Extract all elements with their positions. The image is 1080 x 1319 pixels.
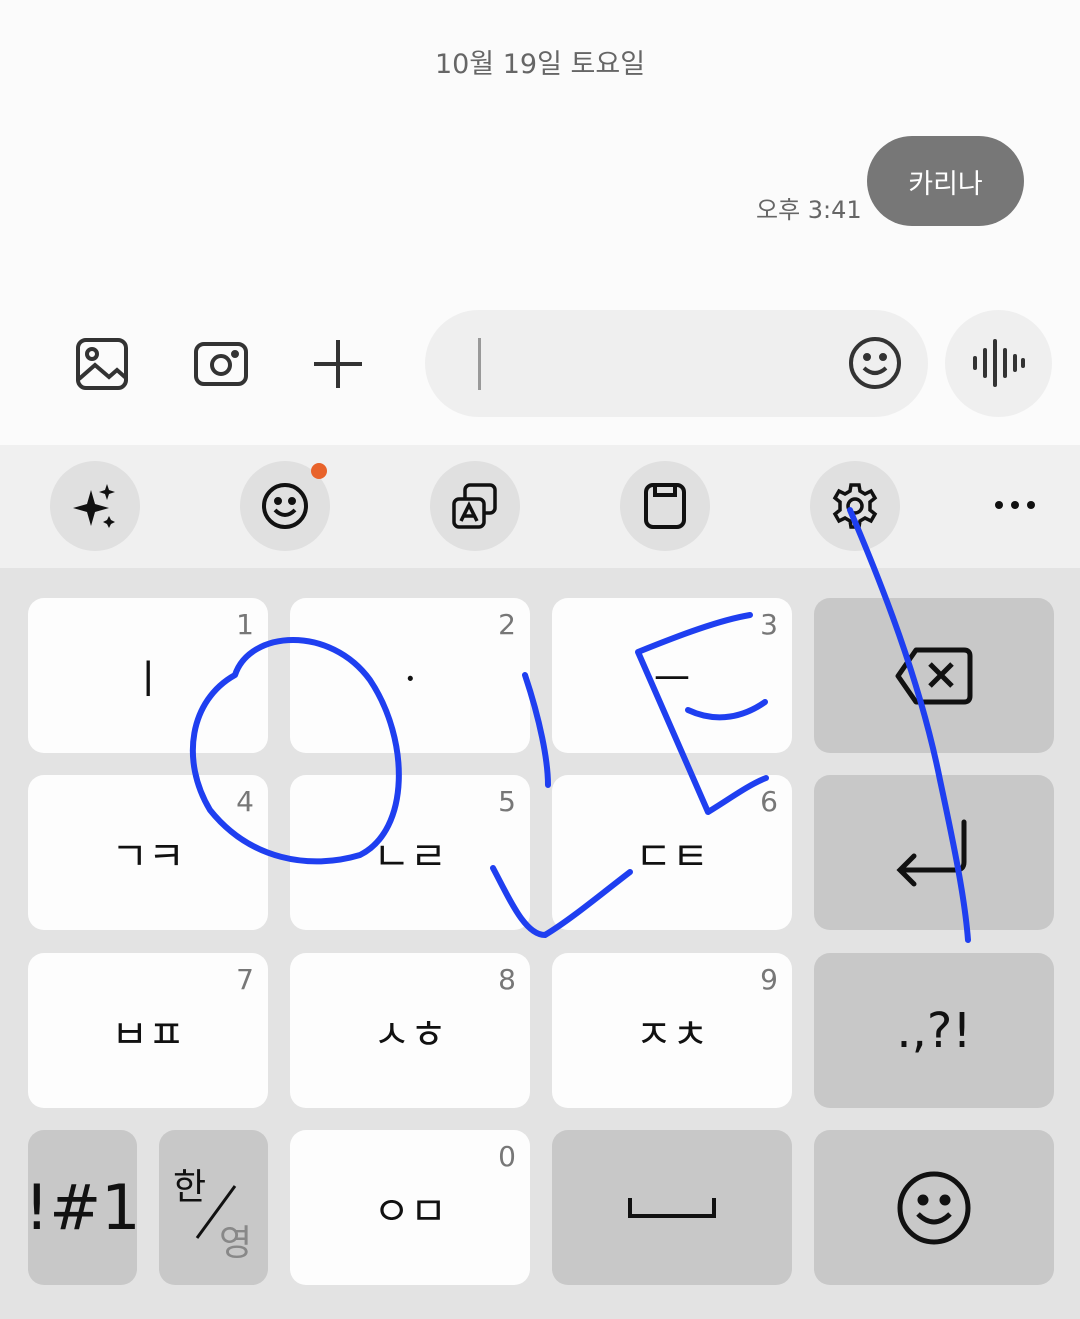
- key-number: 0: [498, 1140, 516, 1173]
- notification-dot: [311, 463, 327, 479]
- key-number: 3: [760, 608, 778, 641]
- key-number: 8: [498, 963, 516, 996]
- space-key[interactable]: [552, 1130, 792, 1285]
- key-5[interactable]: ㄴㄹ 5: [290, 775, 530, 930]
- settings-icon: [832, 483, 878, 529]
- key-number: 4: [236, 785, 254, 818]
- gallery-icon: [76, 338, 128, 390]
- settings-button[interactable]: [810, 461, 900, 551]
- key-label: ㅂㅍ: [111, 1011, 185, 1058]
- key-label: ㄷㅌ: [635, 833, 709, 880]
- gallery-button[interactable]: [70, 332, 134, 396]
- emoji-icon: [849, 337, 901, 389]
- camera-button[interactable]: [189, 332, 253, 396]
- key-label: ㅣ: [129, 656, 167, 703]
- lang-secondary: 영: [219, 1223, 253, 1264]
- key-number: 7: [236, 963, 254, 996]
- emoji-icon: [262, 483, 308, 529]
- key-number: 6: [760, 785, 778, 818]
- translate-icon: [452, 483, 497, 529]
- message-time: 오후 3:41: [756, 196, 862, 224]
- key-number: 1: [236, 608, 254, 641]
- key-6[interactable]: ㄷㅌ 6: [552, 775, 792, 930]
- emoji-panel-button[interactable]: [240, 461, 330, 551]
- translate-button[interactable]: [430, 461, 520, 551]
- key-7[interactable]: ㅂㅍ 7: [28, 953, 268, 1108]
- camera-icon: [194, 342, 248, 386]
- key-label: ㄴㄹ: [373, 833, 447, 880]
- key-4[interactable]: ㄱㅋ 4: [28, 775, 268, 930]
- plus-icon: [314, 340, 362, 388]
- key-1[interactable]: ㅣ1: [28, 598, 268, 753]
- key-label: ㅡ: [653, 656, 691, 703]
- key-0[interactable]: ㅇㅁ 0: [290, 1130, 530, 1285]
- key-3[interactable]: ㅡ3: [552, 598, 792, 753]
- keyboard-toolbar: [0, 445, 1080, 568]
- more-icon: [995, 501, 1035, 509]
- ai-sparkle-icon: [73, 484, 115, 528]
- emoji-key[interactable]: [814, 1130, 1054, 1285]
- voice-button[interactable]: [945, 310, 1052, 417]
- message-input[interactable]: [425, 310, 928, 417]
- clipboard-icon: [644, 483, 686, 529]
- emoji-button[interactable]: [843, 331, 907, 395]
- enter-icon: [896, 819, 967, 886]
- ai-button[interactable]: [50, 461, 140, 551]
- backspace-icon: [895, 647, 973, 704]
- voice-icon: [973, 339, 1025, 387]
- symbols-key[interactable]: !#1: [24, 1130, 141, 1285]
- date-divider: 10월 19일 토요일: [434, 49, 646, 80]
- key-label: ㄱㅋ: [111, 833, 185, 880]
- key-9[interactable]: ㅈㅊ 9: [552, 953, 792, 1108]
- enter-key[interactable]: [814, 775, 1054, 930]
- key-label: ㆍ: [391, 656, 429, 703]
- more-button[interactable]: [990, 485, 1040, 525]
- clipboard-button[interactable]: [620, 461, 710, 551]
- key-2[interactable]: ㆍ2: [290, 598, 530, 753]
- key-number: 2: [498, 608, 516, 641]
- message-bubble[interactable]: 카리나: [867, 136, 1024, 226]
- key-number: 9: [760, 963, 778, 996]
- key-number: 5: [498, 785, 516, 818]
- language-toggle-key[interactable]: 한 영: [159, 1130, 268, 1285]
- key-label: ㅈㅊ: [635, 1011, 709, 1058]
- key-label: ㅇㅁ: [373, 1188, 447, 1235]
- key-8[interactable]: ㅅㅎ 8: [290, 953, 530, 1108]
- punctuation-key[interactable]: .,?!: [814, 953, 1054, 1108]
- space-icon: [628, 1197, 716, 1218]
- backspace-key[interactable]: [814, 598, 1054, 753]
- emoji-icon: [897, 1171, 971, 1244]
- add-button[interactable]: [306, 332, 370, 396]
- text-caret: [478, 338, 481, 390]
- key-label: ㅅㅎ: [373, 1011, 447, 1058]
